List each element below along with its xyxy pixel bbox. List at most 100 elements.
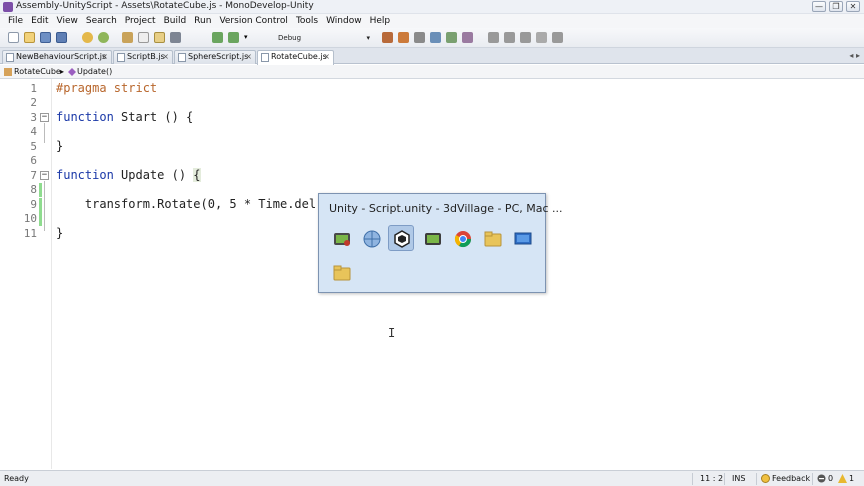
code-line-7: function Update () { <box>56 168 201 182</box>
tab-newbehaviourscript[interactable]: NewBehaviourScript.js × <box>2 50 112 64</box>
tab-spherescript[interactable]: SphereScript.js × <box>174 50 256 64</box>
fold-line <box>44 123 45 143</box>
line-number: 3 <box>30 111 37 124</box>
code-line-3: function Start () { <box>56 110 194 124</box>
close-icon[interactable]: × <box>323 51 330 63</box>
close-button[interactable]: ✕ <box>846 1 860 12</box>
close-icon[interactable]: × <box>101 51 108 63</box>
menu-bar: File Edit View Search Project Build Run … <box>0 14 864 28</box>
popup-title: Unity - Script.unity - 3dVillage - PC, M… <box>329 202 563 215</box>
menu-run[interactable]: Run <box>190 16 215 26</box>
breadcrumb-class[interactable]: RotateCube <box>14 67 61 76</box>
error-count: 0 <box>828 474 834 483</box>
mouse-cursor-icon: I <box>388 326 396 340</box>
folder-icon[interactable] <box>480 226 506 252</box>
cursor-position: 11 : 2 <box>700 474 724 483</box>
menu-help[interactable]: Help <box>366 16 395 26</box>
maximize-button[interactable]: ❐ <box>829 1 843 12</box>
configuration-selector[interactable]: Debug ▾ <box>276 32 372 44</box>
tab-label: ScriptB.js <box>127 52 165 61</box>
line-number: 2 <box>30 96 37 109</box>
fold-toggle-icon[interactable]: − <box>40 171 49 180</box>
configuration-label: Debug <box>278 34 302 42</box>
menu-edit[interactable]: Edit <box>27 16 52 26</box>
delete-icon[interactable] <box>170 32 181 43</box>
redo-icon[interactable] <box>98 32 109 43</box>
taskbar-window-popup[interactable]: Unity - Script.unity - 3dVillage - PC, M… <box>318 193 563 293</box>
debug-tool-icon[interactable] <box>382 32 393 43</box>
js-file-icon <box>117 53 125 62</box>
keyword-function: function <box>56 110 114 124</box>
close-icon[interactable]: × <box>245 51 252 63</box>
breadcrumb-separator: ▸ <box>60 67 65 76</box>
cut-icon[interactable] <box>122 32 133 43</box>
unindent-icon[interactable] <box>520 32 531 43</box>
monodevelop-window-icon[interactable] <box>420 226 446 252</box>
document-tabs: NewBehaviourScript.js × ScriptB.js × Sph… <box>0 48 864 65</box>
code-line-11: } <box>56 226 64 240</box>
line-number: 1 <box>30 82 37 95</box>
breakpoint-icon[interactable] <box>398 32 409 43</box>
run-dropdown-icon[interactable]: ▾ <box>244 33 248 41</box>
close-icon[interactable]: × <box>162 51 169 63</box>
network-globe-icon[interactable] <box>359 226 385 252</box>
feedback-icon[interactable] <box>761 474 770 483</box>
menu-project[interactable]: Project <box>121 16 160 26</box>
menu-view[interactable]: View <box>53 16 82 26</box>
monodevelop-icon[interactable] <box>329 226 355 252</box>
minimize-button[interactable]: — <box>812 1 826 12</box>
tab-label: RotateCube.js <box>271 52 327 61</box>
status-separator <box>812 473 813 485</box>
desktop-icon[interactable] <box>510 226 536 252</box>
save-all-icon[interactable] <box>56 32 67 43</box>
js-file-icon <box>178 53 186 62</box>
step-over-icon[interactable] <box>430 32 441 43</box>
format-icon[interactable] <box>488 32 499 43</box>
save-icon[interactable] <box>40 32 51 43</box>
new-file-icon[interactable] <box>8 32 19 43</box>
comment-icon[interactable] <box>536 32 547 43</box>
step-out-icon[interactable] <box>462 32 473 43</box>
changed-line-marker <box>39 212 42 226</box>
step-icon[interactable] <box>414 32 425 43</box>
monodevelop-app-icon <box>3 2 13 12</box>
step-into-icon[interactable] <box>446 32 457 43</box>
menu-tools[interactable]: Tools <box>292 16 322 26</box>
tab-list-icon[interactable]: ◂ ▸ <box>849 51 860 60</box>
paste-icon[interactable] <box>154 32 165 43</box>
insert-mode: INS <box>732 474 746 483</box>
copy-icon[interactable] <box>138 32 149 43</box>
menu-search[interactable]: Search <box>82 16 121 26</box>
status-separator <box>724 473 725 485</box>
unity-icon[interactable] <box>388 225 414 251</box>
undo-icon[interactable] <box>82 32 93 43</box>
fold-toggle-icon[interactable]: − <box>40 113 49 122</box>
menu-build[interactable]: Build <box>160 16 191 26</box>
menu-version-control[interactable]: Version Control <box>215 16 292 26</box>
run-icon[interactable] <box>228 32 239 43</box>
tab-rotatecube[interactable]: RotateCube.js × <box>257 50 334 65</box>
build-icon[interactable] <box>212 32 223 43</box>
warning-count: 1 <box>849 474 855 483</box>
indent-icon[interactable] <box>504 32 515 43</box>
warning-icon[interactable] <box>838 474 847 483</box>
code-line-1: #pragma strict <box>56 81 158 95</box>
menu-file[interactable]: File <box>4 16 27 26</box>
menu-window[interactable]: Window <box>322 16 366 26</box>
changed-line-marker <box>39 198 42 212</box>
tab-scriptb[interactable]: ScriptB.js × <box>113 50 173 64</box>
js-file-icon <box>261 53 269 62</box>
method-icon <box>68 68 76 76</box>
uncomment-icon[interactable] <box>552 32 563 43</box>
chrome-icon[interactable] <box>450 226 476 252</box>
line-number: 5 <box>30 140 37 153</box>
error-icon[interactable] <box>817 474 826 483</box>
line-number: 8 <box>30 183 37 196</box>
changed-line-marker <box>39 183 42 197</box>
folder-icon[interactable] <box>329 260 355 286</box>
line-number: 4 <box>30 125 37 138</box>
title-bar: Assembly-UnityScript - Assets\RotateCube… <box>0 0 864 14</box>
open-folder-icon[interactable] <box>24 32 35 43</box>
breadcrumb-method[interactable]: Update() <box>77 67 112 76</box>
feedback-button[interactable]: Feedback <box>772 474 810 483</box>
